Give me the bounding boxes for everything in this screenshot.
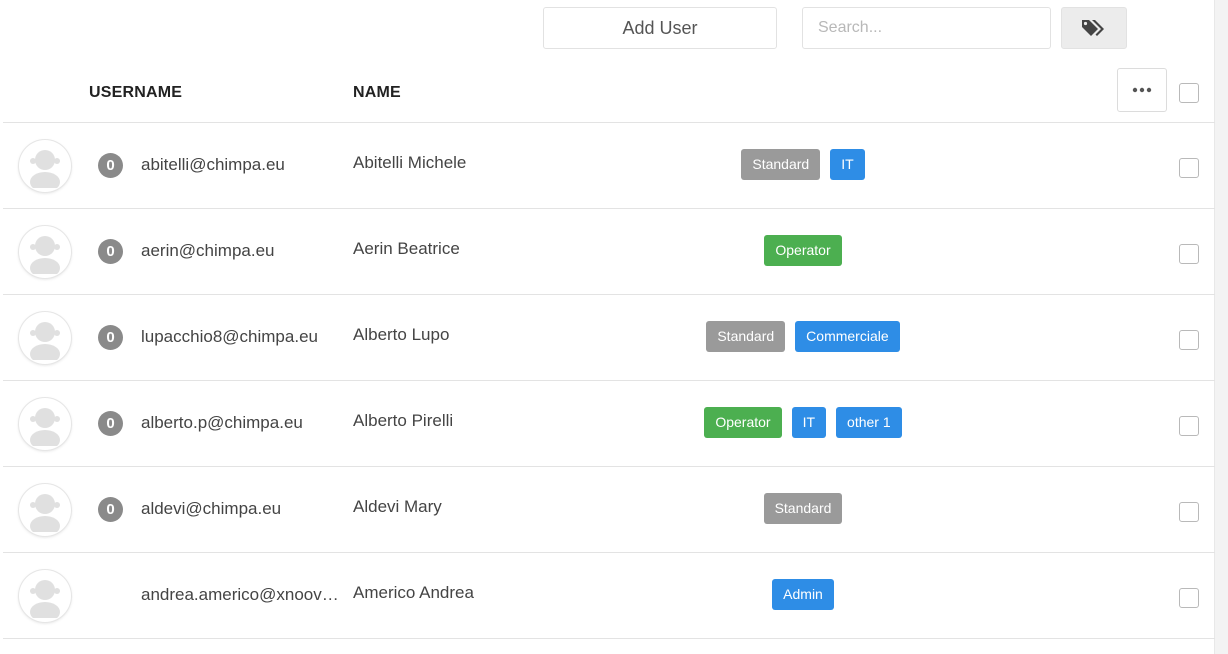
name-cell: Aldevi Mary bbox=[353, 497, 442, 516]
name-cell: Abitelli Michele bbox=[353, 153, 467, 172]
more-options-button[interactable] bbox=[1117, 68, 1167, 112]
avatar bbox=[19, 398, 71, 450]
tags-icon bbox=[1082, 20, 1104, 36]
username-cell[interactable]: aerin@chimpa.eu bbox=[141, 241, 347, 261]
tag-badge: Admin bbox=[772, 579, 834, 610]
tags-cell: Admin bbox=[603, 579, 1003, 610]
tags-cell: Standard Commerciale bbox=[603, 321, 1003, 352]
tag-badge: IT bbox=[791, 407, 827, 438]
table-row[interactable]: 0 abitelli@chimpa.eu Abitelli Michele St… bbox=[3, 123, 1215, 209]
add-user-button[interactable]: Add User bbox=[543, 7, 777, 49]
tags-cell: Standard bbox=[603, 493, 1003, 524]
name-cell: Alberto Pirelli bbox=[353, 411, 454, 430]
tag-badge: Operator bbox=[704, 407, 782, 438]
tag-badge: Standard bbox=[741, 149, 821, 180]
tag-badge: Operator bbox=[764, 235, 842, 266]
avatar bbox=[19, 312, 71, 364]
tags-cell: Operator bbox=[603, 235, 1003, 266]
user-placeholder-icon bbox=[30, 236, 60, 274]
name-cell: Americo Andrea bbox=[353, 583, 474, 602]
device-count-badge: 0 bbox=[98, 497, 123, 522]
tag-badge: other 1 bbox=[836, 407, 902, 438]
tag-badge: Standard bbox=[763, 493, 843, 524]
tag-badge: IT bbox=[830, 149, 865, 180]
user-placeholder-icon bbox=[30, 494, 60, 532]
row-checkbox[interactable] bbox=[1179, 588, 1199, 608]
tags-cell: Operator IT other 1 bbox=[603, 407, 1003, 438]
row-checkbox[interactable] bbox=[1179, 502, 1199, 522]
row-checkbox[interactable] bbox=[1179, 244, 1199, 264]
scrollbar[interactable] bbox=[1214, 0, 1228, 654]
more-dots-icon bbox=[1132, 87, 1152, 93]
device-count-badge: 0 bbox=[98, 325, 123, 350]
username-cell[interactable]: andrea.americo@xnoov… bbox=[141, 585, 347, 605]
username-cell[interactable]: abitelli@chimpa.eu bbox=[141, 155, 347, 175]
table-row[interactable]: 0 aerin@chimpa.eu Aerin Beatrice Operato… bbox=[3, 209, 1215, 295]
tags-cell: Standard IT bbox=[603, 149, 1003, 180]
toolbar: Add User bbox=[0, 0, 1228, 60]
search-input[interactable] bbox=[802, 7, 1051, 49]
tag-badge: Standard bbox=[706, 321, 786, 352]
name-cell: Aerin Beatrice bbox=[353, 239, 460, 258]
avatar bbox=[19, 570, 71, 622]
avatar bbox=[19, 226, 71, 278]
table-row[interactable]: 0 lupacchio8@chimpa.eu Alberto Lupo Stan… bbox=[3, 295, 1215, 381]
avatar bbox=[19, 140, 71, 192]
column-header-name[interactable]: NAME bbox=[353, 84, 401, 102]
tag-badge: Commerciale bbox=[795, 321, 900, 352]
select-all-checkbox[interactable] bbox=[1179, 83, 1199, 103]
row-checkbox[interactable] bbox=[1179, 330, 1199, 350]
device-count-badge: 0 bbox=[98, 239, 123, 264]
user-placeholder-icon bbox=[30, 580, 60, 618]
user-placeholder-icon bbox=[30, 322, 60, 360]
user-table-body: 0 abitelli@chimpa.eu Abitelli Michele St… bbox=[3, 123, 1215, 639]
username-cell[interactable]: lupacchio8@chimpa.eu bbox=[141, 327, 347, 347]
username-cell[interactable]: aldevi@chimpa.eu bbox=[141, 499, 347, 519]
column-header-username[interactable]: USERNAME bbox=[89, 84, 182, 102]
user-placeholder-icon bbox=[30, 150, 60, 188]
table-header: USERNAME NAME bbox=[3, 64, 1215, 123]
user-placeholder-icon bbox=[30, 408, 60, 446]
table-row[interactable]: andrea.americo@xnoov… Americo Andrea Adm… bbox=[3, 553, 1215, 639]
row-checkbox[interactable] bbox=[1179, 158, 1199, 178]
table-row[interactable]: 0 alberto.p@chimpa.eu Alberto Pirelli Op… bbox=[3, 381, 1215, 467]
username-cell[interactable]: alberto.p@chimpa.eu bbox=[141, 413, 347, 433]
avatar bbox=[19, 484, 71, 536]
device-count-badge: 0 bbox=[98, 153, 123, 178]
name-cell: Alberto Lupo bbox=[353, 325, 450, 344]
table-row[interactable]: 0 aldevi@chimpa.eu Aldevi Mary Standard bbox=[3, 467, 1215, 553]
row-checkbox[interactable] bbox=[1179, 416, 1199, 436]
device-count-badge: 0 bbox=[98, 411, 123, 436]
tags-filter-button[interactable] bbox=[1061, 7, 1127, 49]
